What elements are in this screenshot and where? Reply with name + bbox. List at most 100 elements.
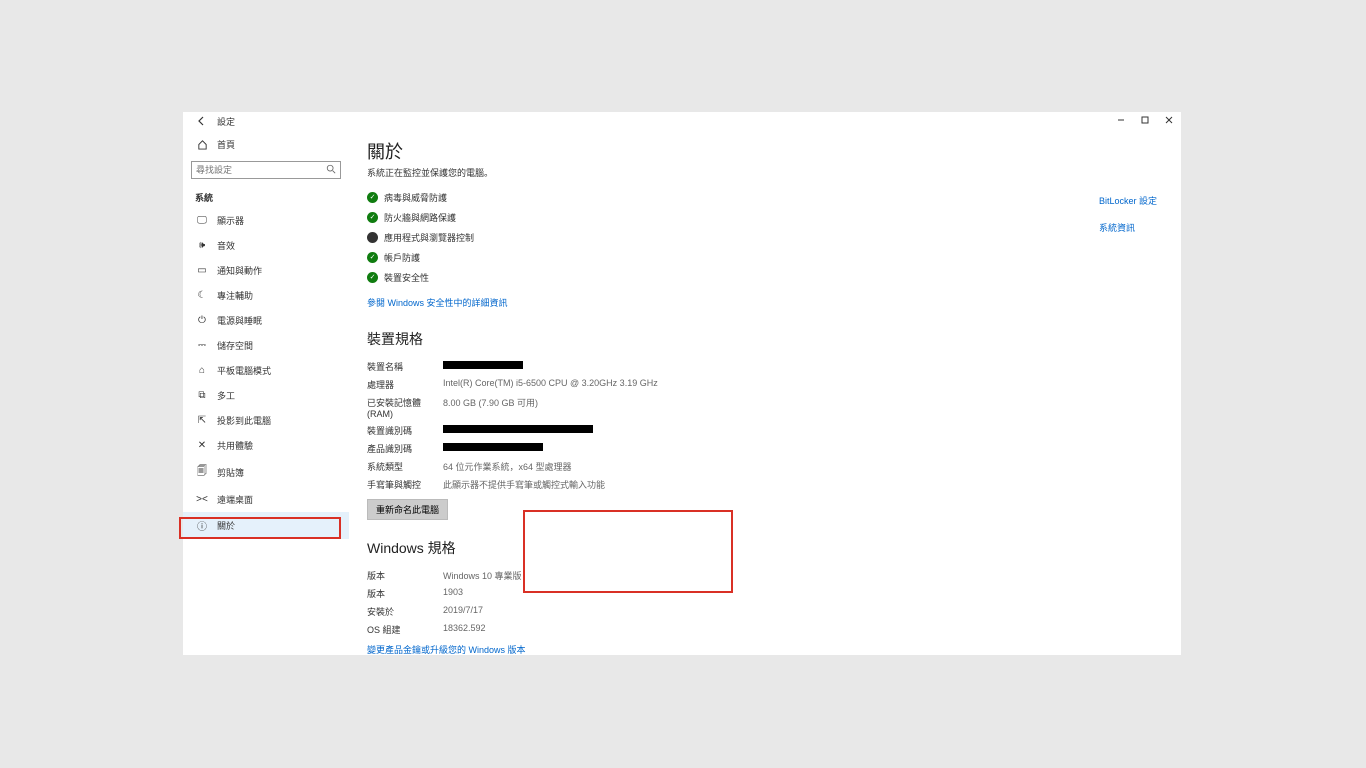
- spec-row-pen-touch: 手寫筆與觸控 此顯示器不提供手寫筆或觸控式輸入功能: [367, 475, 1163, 493]
- device-name-label: 裝置名稱: [367, 360, 443, 373]
- focus-icon: ☾: [195, 290, 209, 301]
- bitlocker-settings-link[interactable]: BitLocker 設定: [1099, 192, 1157, 209]
- change-product-key-link[interactable]: 變更產品金鑰或升級您的 Windows 版本: [367, 641, 526, 655]
- os-build-label: OS 組建: [367, 623, 443, 636]
- spec-row-ram: 已安裝記憶體(RAM) 8.00 GB (7.90 GB 可用): [367, 393, 1163, 421]
- back-button[interactable]: [195, 114, 209, 128]
- multitask-icon: ⧉: [195, 390, 209, 401]
- spec-row-os-build: OS 組建 18362.592: [367, 620, 1163, 638]
- notifications-icon: ▭: [195, 265, 209, 276]
- related-links: BitLocker 設定 系統資訊: [1099, 192, 1157, 236]
- nav-item-about[interactable]: ⓘ 關於: [183, 512, 349, 539]
- close-icon: [1165, 116, 1173, 124]
- shared-icon: ✕: [195, 440, 209, 451]
- close-button[interactable]: [1157, 112, 1181, 128]
- nav-item-remote[interactable]: >< 遠端桌面: [183, 487, 349, 512]
- nav-item-focus[interactable]: ☾ 專注輔助: [183, 283, 349, 308]
- security-status-row: ✓ 防火牆與網路保護: [367, 207, 1163, 227]
- checkmark-status-icon: ✓: [367, 212, 378, 223]
- windows-specs-heading: Windows 規格: [367, 538, 1163, 558]
- storage-icon: ⎓: [195, 340, 209, 351]
- system-info-link[interactable]: 系統資訊: [1099, 219, 1157, 236]
- processor-value: Intel(R) Core(TM) i5-6500 CPU @ 3.20GHz …: [443, 378, 658, 391]
- nav-item-label: 儲存空間: [217, 339, 253, 352]
- maximize-button[interactable]: [1133, 112, 1157, 128]
- nav-item-label: 投影到此電腦: [217, 414, 271, 427]
- os-build-value: 18362.592: [443, 623, 486, 636]
- pen-touch-value: 此顯示器不提供手寫筆或觸控式輸入功能: [443, 478, 605, 491]
- security-status-row: 應用程式與瀏覽器控制: [367, 227, 1163, 247]
- spec-row-version: 版本 1903: [367, 584, 1163, 602]
- nav-list: 🖵 顯示器 🕪 音效 ▭ 通知與動作 ☾ 專注輔助 ⏻ 電源與睡眠 ⎓ 儲存空間 ⌂平板電腦模式 ⧉ 多工 ⇱…: [183, 208, 349, 655]
- nav-item-clipboard[interactable]: 🗐 剪貼簿: [183, 458, 349, 487]
- security-status-row: ✓裝置安全性: [367, 267, 1163, 287]
- nav-item-label: 顯示器: [217, 214, 244, 227]
- security-status-row: ✓病毒與威脅防護: [367, 187, 1163, 207]
- pen-touch-label: 手寫筆與觸控: [367, 478, 443, 491]
- nav-item-label: 專注輔助: [217, 289, 253, 302]
- ram-value: 8.00 GB (7.90 GB 可用): [443, 396, 538, 419]
- nav-item-label: 音效: [217, 239, 235, 252]
- titlebar: 設定: [183, 112, 1181, 130]
- nav-item-sound[interactable]: 🕪 音效: [183, 233, 349, 258]
- nav-item-label: 遠端桌面: [217, 493, 253, 506]
- main-panel: 關於 系統正在監控並保護您的電腦。 ✓病毒與威脅防護✓防火牆與網路保護應用程式與…: [349, 130, 1181, 655]
- window-controls: [1109, 112, 1181, 128]
- minimize-button[interactable]: [1109, 112, 1133, 128]
- product-id-label: 產品識別碼: [367, 442, 443, 455]
- version-value: 1903: [443, 587, 463, 600]
- nav-item-notifications[interactable]: ▭ 通知與動作: [183, 258, 349, 283]
- product-id-value: [443, 442, 543, 455]
- settings-window: 設定 首頁 系統 🖵顯示器🕪音效▭通知與動作☾專注輔助⏻電源與睡眠⎓儲: [183, 112, 1181, 655]
- about-icon: ⓘ: [195, 518, 209, 533]
- checkmark-status-icon: ✓: [367, 252, 378, 263]
- nav-item-power[interactable]: ⏻ 電源與睡眠: [183, 308, 349, 333]
- power-icon: ⏻: [195, 315, 209, 326]
- installed-on-label: 安裝於: [367, 605, 443, 618]
- device-id-value: [443, 424, 593, 437]
- nav-item-tablet[interactable]: ⌂平板電腦模式: [183, 358, 349, 383]
- nav-item-label: 多工: [217, 389, 235, 402]
- display-icon: 🖵: [195, 215, 209, 226]
- home-link[interactable]: 首頁: [183, 134, 349, 155]
- nav-item-label: 剪貼簿: [217, 466, 244, 479]
- minimize-icon: [1117, 116, 1125, 124]
- installed-on-value: 2019/7/17: [443, 605, 483, 618]
- nav-item-projecting[interactable]: ⇱投影到此電腦: [183, 408, 349, 433]
- spec-row-installed-on: 安裝於 2019/7/17: [367, 602, 1163, 620]
- system-type-label: 系統類型: [367, 460, 443, 473]
- system-type-value: 64 位元作業系統，x64 型處理器: [443, 460, 572, 473]
- nav-item-label: 電源與睡眠: [217, 314, 262, 327]
- arrow-left-icon: [197, 116, 207, 126]
- clipboard-icon: 🗐: [195, 464, 209, 481]
- spec-row-product-id: 產品識別碼: [367, 439, 1163, 457]
- search-icon: [326, 164, 336, 176]
- windows-specs-table: 版本 Windows 10 專業版 版本 1903 安裝於 2019/7/17 …: [367, 566, 1163, 638]
- nav-item-multitask[interactable]: ⧉ 多工: [183, 383, 349, 408]
- remote-icon: ><: [195, 494, 209, 505]
- nav-item-shared[interactable]: ✕共用體驗: [183, 433, 349, 458]
- edition-value: Windows 10 專業版: [443, 569, 522, 582]
- sound-icon: 🕪: [195, 240, 209, 251]
- spec-row-edition: 版本 Windows 10 專業版: [367, 566, 1163, 584]
- nav-item-label: 關於: [217, 519, 235, 532]
- nav-item-display[interactable]: 🖵 顯示器: [183, 208, 349, 233]
- page-title: 關於: [367, 138, 1163, 164]
- checkmark-status-icon: ✓: [367, 192, 378, 203]
- security-item-label: 應用程式與瀏覽器控制: [384, 231, 474, 244]
- search-input[interactable]: [196, 165, 326, 175]
- page-subtitle: 系統正在監控並保護您的電腦。: [367, 166, 1163, 179]
- search-box[interactable]: [191, 161, 341, 179]
- security-item-label: 防火牆與網路保護: [384, 211, 456, 224]
- status-icon: [367, 232, 378, 243]
- security-details-link[interactable]: 參閱 Windows 安全性中的詳細資訊: [367, 294, 508, 311]
- tablet-icon: ⌂: [195, 365, 209, 376]
- sidebar: 首頁 系統 🖵顯示器🕪音效▭通知與動作☾專注輔助⏻電源與睡眠⎓儲存空間⌂平板電腦…: [183, 130, 349, 655]
- nav-item-storage[interactable]: ⎓ 儲存空間: [183, 333, 349, 358]
- nav-item-label: 通知與動作: [217, 264, 262, 277]
- device-id-label: 裝置識別碼: [367, 424, 443, 437]
- window-title: 設定: [217, 115, 235, 128]
- device-specs-table: 裝置名稱 處理器 Intel(R) Core(TM) i5-6500 CPU @…: [367, 357, 1163, 493]
- version-label: 版本: [367, 587, 443, 600]
- rename-pc-button[interactable]: 重新命名此電腦: [367, 499, 448, 520]
